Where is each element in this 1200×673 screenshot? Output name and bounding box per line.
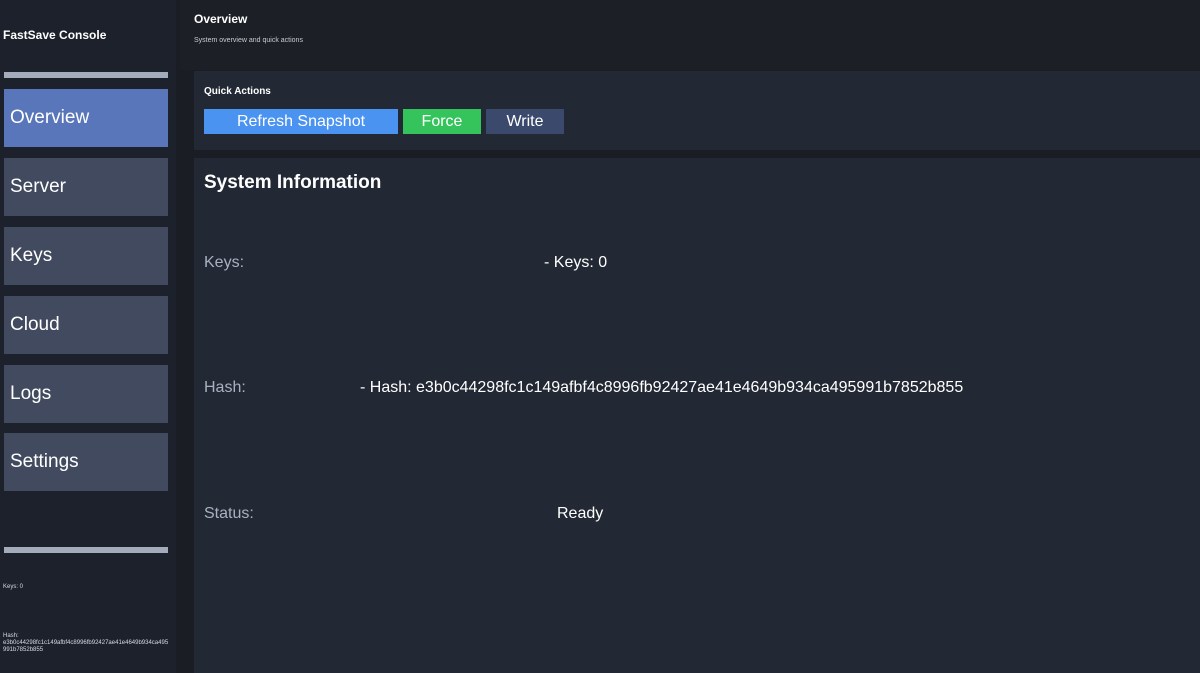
- page-title: Overview: [194, 12, 248, 26]
- hash-label: Hash:: [204, 379, 246, 396]
- system-information-panel: System Information Keys: - Keys: 0 Hash:…: [194, 158, 1200, 673]
- sidebar-item-logs[interactable]: Logs: [4, 365, 168, 423]
- status-value: Ready: [557, 505, 604, 522]
- sidebar-hash-label: Hash:: [3, 633, 19, 639]
- force-button[interactable]: Force: [403, 109, 481, 134]
- sidebar-item-server[interactable]: Server: [4, 158, 168, 216]
- sidebar: FastSave Console Overview Server Keys Cl…: [0, 0, 176, 673]
- sidebar-divider-bottom: [4, 547, 168, 553]
- sidebar-item-label: Overview: [10, 107, 90, 128]
- sidebar-hash-value: e3b0c44298fc1c149afbf4c8996fb92427ae41e4…: [3, 640, 169, 653]
- refresh-snapshot-button[interactable]: Refresh Snapshot: [204, 109, 398, 134]
- sidebar-item-keys[interactable]: Keys: [4, 227, 168, 285]
- app-title: FastSave Console: [3, 28, 107, 42]
- keys-label: Keys:: [204, 254, 245, 271]
- system-information-title: System Information: [204, 172, 382, 193]
- sidebar-divider-top: [4, 72, 168, 78]
- sidebar-item-label: Settings: [10, 451, 79, 472]
- page-subtitle: System overview and quick actions: [194, 37, 303, 44]
- hash-value: - Hash: e3b0c44298fc1c149afbf4c8996fb924…: [360, 379, 964, 396]
- quick-actions-title: Quick Actions: [204, 86, 271, 97]
- page-header: Overview System overview and quick actio…: [180, 0, 1200, 70]
- sidebar-item-label: Logs: [10, 383, 52, 404]
- sidebar-item-label: Cloud: [10, 314, 60, 335]
- sidebar-item-label: Server: [10, 176, 66, 197]
- quick-actions-panel: Quick Actions Refresh Snapshot Force Wri…: [194, 71, 1200, 150]
- write-button[interactable]: Write: [486, 109, 564, 134]
- keys-value: - Keys: 0: [544, 254, 608, 271]
- sidebar-item-settings[interactable]: Settings: [4, 433, 168, 491]
- sidebar-item-label: Keys: [10, 245, 53, 266]
- sidebar-keys-count: Keys: 0: [3, 584, 24, 590]
- status-label: Status:: [204, 505, 254, 522]
- sidebar-item-overview[interactable]: Overview: [4, 89, 168, 147]
- sidebar-item-cloud[interactable]: Cloud: [4, 296, 168, 354]
